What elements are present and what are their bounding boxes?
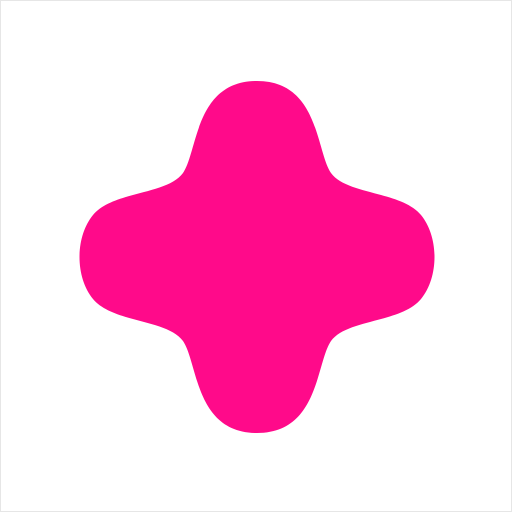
rounded-cross-icon (79, 81, 435, 433)
canvas (0, 0, 512, 512)
rounded-cross-shape (79, 81, 435, 433)
